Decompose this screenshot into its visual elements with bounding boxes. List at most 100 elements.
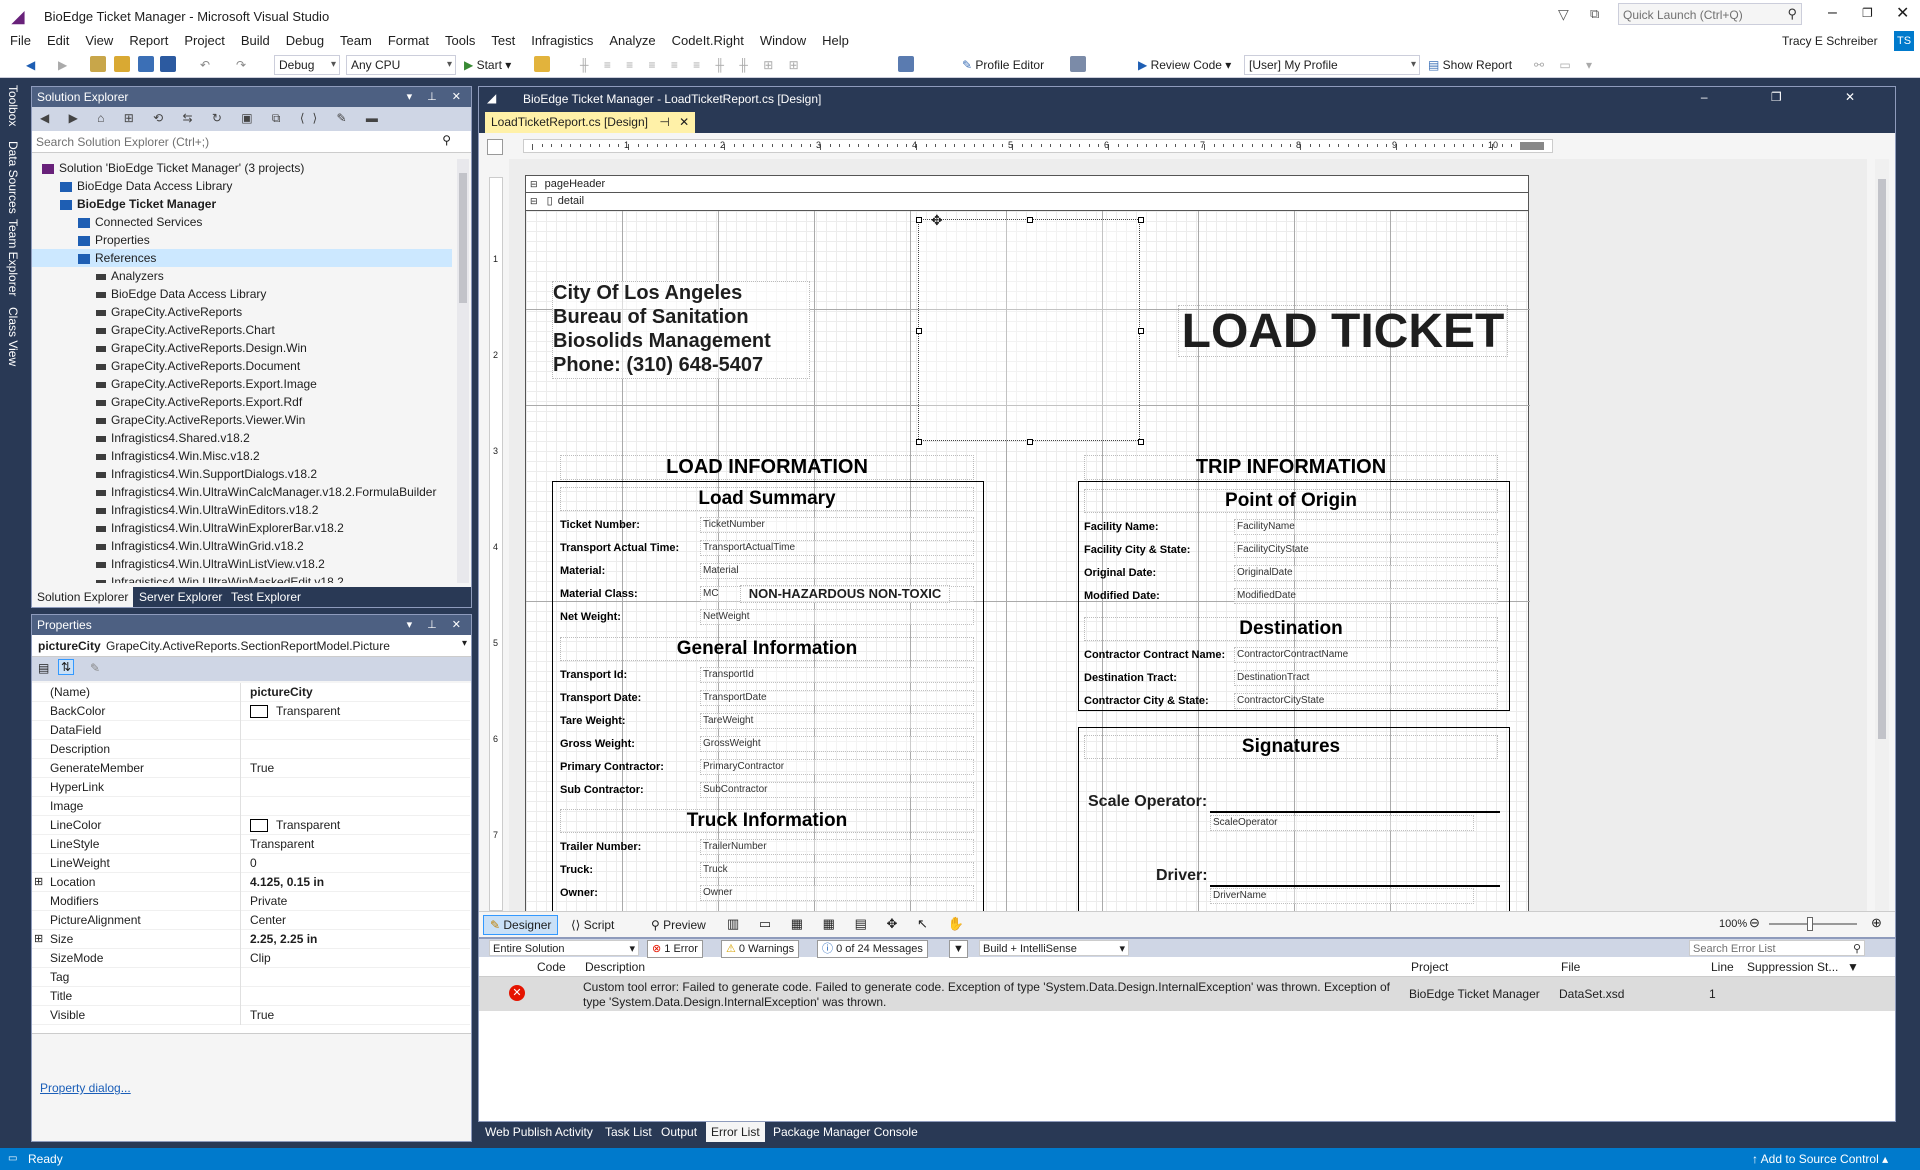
platform-select[interactable]: Any CPU xyxy=(346,55,456,75)
tree-item[interactable]: Analyzers xyxy=(32,267,452,285)
general-info-field[interactable]: GrossWeight xyxy=(700,736,974,752)
property-row[interactable]: SizeMode Clip xyxy=(32,949,470,968)
resize-handle[interactable] xyxy=(1027,217,1033,223)
hazard-textbox[interactable]: NON-HAZARDOUS NON-TOXIC xyxy=(740,585,950,603)
detail-collapse-icon[interactable]: ⊟ xyxy=(530,196,538,206)
show-report-button[interactable]: ▤ Show Report xyxy=(1428,55,1512,75)
tree-item[interactable]: Infragistics4.Win.UltraWinExplorerBar.v1… xyxy=(32,519,452,537)
solution-scroll-thumb[interactable] xyxy=(459,173,467,303)
tree-item[interactable]: BioEdge Data Access Library xyxy=(32,285,452,303)
solution-search-input[interactable]: Search Solution Explorer (Ctrl+;) ⚲ xyxy=(32,131,471,153)
general-info-label[interactable]: Primary Contractor: xyxy=(560,761,664,773)
destination-field[interactable]: DestinationTract xyxy=(1234,670,1498,686)
property-pages-icon[interactable]: ✎ xyxy=(90,661,100,675)
undo-icon[interactable]: ↶ xyxy=(200,55,210,75)
origin-label[interactable]: Original Date: xyxy=(1084,567,1156,579)
menu-window[interactable]: Window xyxy=(752,30,814,52)
resize-handle[interactable] xyxy=(1027,439,1033,445)
maximize-button[interactable]: ❐ xyxy=(1862,6,1873,20)
tree-item[interactable]: BioEdge Data Access Library xyxy=(32,177,452,195)
designer-window-buttons[interactable]: – ❐ ✕ xyxy=(1701,90,1885,104)
tab-output[interactable]: Output xyxy=(656,1122,702,1142)
warnings-filter[interactable]: ⚠ 0 Warnings xyxy=(721,940,800,958)
tree-item[interactable]: Solution 'BioEdge Ticket Manager' (3 pro… xyxy=(32,159,452,177)
load-summary-label[interactable]: Material: xyxy=(560,565,605,577)
menu-view[interactable]: View xyxy=(77,30,121,52)
origin-field[interactable]: FacilityName xyxy=(1234,519,1498,535)
property-row[interactable]: GenerateMember True xyxy=(32,759,470,778)
scale-operator-label[interactable]: Scale Operator: xyxy=(1088,793,1207,811)
scale-operator-field[interactable]: ScaleOperator xyxy=(1210,815,1474,831)
move-handle-icon[interactable]: ✥ xyxy=(931,212,943,229)
general-info-label[interactable]: Gross Weight: xyxy=(560,738,635,750)
source-control-button[interactable]: ↑ Add to Source Control ▴ xyxy=(1752,1148,1888,1170)
trip-information-header[interactable]: TRIP INFORMATION xyxy=(1084,455,1498,480)
driver-label[interactable]: Driver: xyxy=(1156,867,1208,885)
property-row[interactable]: Image xyxy=(32,797,470,816)
load-ticket-title[interactable]: LOAD TICKET xyxy=(1178,305,1508,358)
tree-item[interactable]: Infragistics4.Win.UltraWinMaskedEdit.v18… xyxy=(32,573,452,583)
truck-info-field[interactable]: Owner xyxy=(700,885,974,901)
scope-select[interactable]: Entire Solution ▾ xyxy=(489,940,639,956)
load-summary-field[interactable]: Material xyxy=(700,563,974,579)
zoom-out-icon[interactable]: ⊖ xyxy=(1749,915,1760,931)
tree-item[interactable]: Infragistics4.Win.Misc.v18.2 xyxy=(32,447,452,465)
menu-file[interactable]: File xyxy=(2,30,39,52)
general-info-field[interactable]: SubContractor xyxy=(700,782,974,798)
property-value[interactable]: Transparent xyxy=(250,835,314,854)
minimize-button[interactable]: – xyxy=(1828,4,1837,22)
general-info-label[interactable]: Tare Weight: xyxy=(560,715,626,727)
save-icon[interactable] xyxy=(138,56,154,72)
menu-test[interactable]: Test xyxy=(483,30,523,52)
property-row[interactable]: LineWeight 0 xyxy=(32,854,470,873)
detail-band[interactable]: ⊟ ▯ detail xyxy=(525,193,1529,211)
menu-debug[interactable]: Debug xyxy=(278,30,332,52)
categorized-icon[interactable]: ▤ xyxy=(38,661,49,675)
property-value[interactable]: True xyxy=(250,1006,274,1025)
menu-build[interactable]: Build xyxy=(233,30,278,52)
filter-icon[interactable]: ▽ xyxy=(1558,6,1569,23)
property-row[interactable]: DataField xyxy=(32,721,470,740)
property-value[interactable]: Transparent xyxy=(250,702,340,721)
general-info-field[interactable]: PrimaryContractor xyxy=(700,759,974,775)
origin-title[interactable]: Point of Origin xyxy=(1084,489,1498,513)
errors-filter[interactable]: ⊗ 1 Error xyxy=(647,940,703,958)
resize-handle[interactable] xyxy=(1138,439,1144,445)
menu-project[interactable]: Project xyxy=(176,30,232,52)
destination-field[interactable]: ContractorCityState xyxy=(1234,693,1498,709)
load-summary-label[interactable]: Ticket Number: xyxy=(560,519,640,531)
zoom-slider-thumb[interactable] xyxy=(1807,917,1813,931)
page-header-band[interactable]: ⊟ pageHeader xyxy=(525,175,1529,193)
menu-tools[interactable]: Tools xyxy=(437,30,483,52)
attach-icon[interactable] xyxy=(534,56,550,72)
property-value[interactable]: Center xyxy=(250,911,286,930)
resize-handle[interactable] xyxy=(916,439,922,445)
truck-info-label[interactable]: Truck: xyxy=(560,864,593,876)
load-summary-label[interactable]: Material Class: xyxy=(560,588,638,600)
col-file[interactable]: File xyxy=(1561,957,1580,977)
truck-info-title[interactable]: Truck Information xyxy=(560,809,974,833)
team-explorer-tab[interactable]: Team Explorer xyxy=(6,219,20,296)
property-row[interactable]: LineStyle Transparent xyxy=(32,835,470,854)
destination-label[interactable]: Contractor Contract Name: xyxy=(1084,649,1225,661)
tree-item[interactable]: Infragistics4.Shared.v18.2 xyxy=(32,429,452,447)
ruler-margin-marker[interactable] xyxy=(1520,142,1544,150)
new-project-icon[interactable] xyxy=(90,56,106,72)
class-view-tab[interactable]: Class View xyxy=(6,307,20,366)
tree-item[interactable]: Infragistics4.Win.UltraWinGrid.v18.2 xyxy=(32,537,452,555)
designer-tab[interactable]: ✎ Designer xyxy=(483,915,559,935)
general-info-field[interactable]: TransportDate xyxy=(700,690,974,706)
general-info-label[interactable]: Transport Id: xyxy=(560,669,627,681)
destination-field[interactable]: ContractorContractName xyxy=(1234,647,1498,663)
tab-package-manager[interactable]: Package Manager Console xyxy=(768,1122,923,1142)
load-summary-field[interactable]: TransportActualTime xyxy=(700,540,974,556)
col-project[interactable]: Project xyxy=(1411,957,1448,977)
menu-team[interactable]: Team xyxy=(332,30,380,52)
scale-signature-line[interactable] xyxy=(1210,811,1500,813)
tab-task-list[interactable]: Task List xyxy=(600,1122,657,1142)
property-row[interactable]: Tag xyxy=(32,968,470,987)
origin-label[interactable]: Facility Name: xyxy=(1084,521,1159,533)
menu-analyze[interactable]: Analyze xyxy=(601,30,663,52)
error-row[interactable]: ✕ Custom tool error: Failed to generate … xyxy=(479,977,1895,1011)
data-sources-tab[interactable]: Data Sources xyxy=(6,141,20,214)
